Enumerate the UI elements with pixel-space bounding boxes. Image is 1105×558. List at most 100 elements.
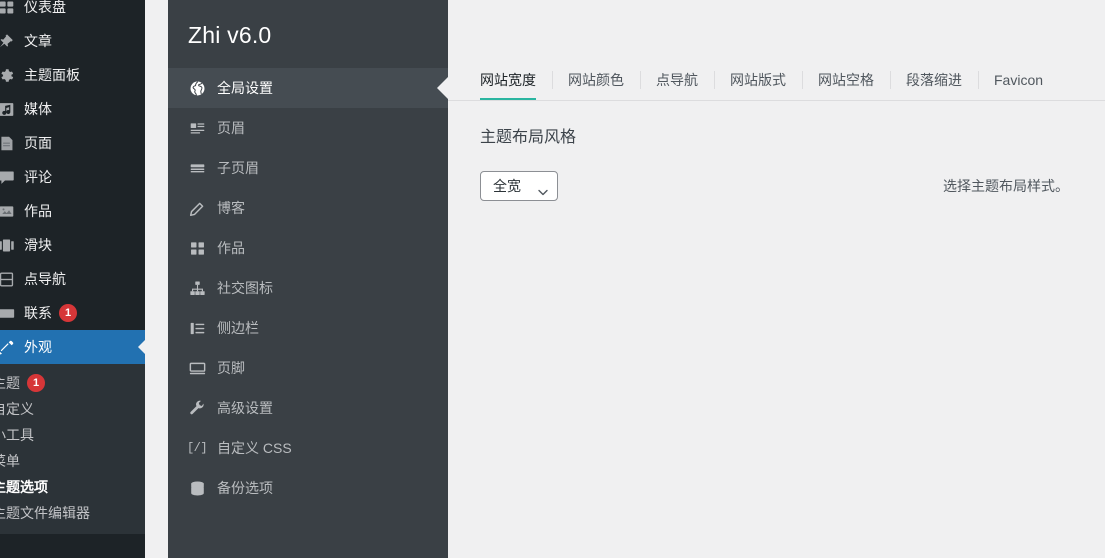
wp-menu-item-label: 外观: [24, 339, 52, 355]
tab-label: 网站颜色: [568, 72, 624, 88]
wp-submenu-item-label: 主题文件编辑器: [0, 505, 90, 521]
wp-submenu-item-label: 自定义: [0, 401, 34, 417]
active-menu-arrow-icon: [138, 339, 145, 355]
wp-menu-item-label: 仪表盘: [24, 0, 66, 15]
mail-icon: [0, 303, 16, 323]
gear-icon: [0, 65, 16, 85]
theme-nav-item-label: 作品: [217, 240, 245, 256]
grid-icon: [187, 238, 207, 258]
tab-label: 点导航: [656, 72, 698, 88]
theme-nav-item-2[interactable]: 子页眉: [168, 148, 448, 188]
header-icon: [187, 118, 207, 138]
theme-nav-item-label: 社交图标: [217, 280, 273, 296]
appearance-icon: [0, 337, 16, 357]
main-content: 网站宽度 网站颜色 点导航 网站版式 网站空格 段落缩进 Favicon 主题布局风格 全宽…: [448, 0, 1105, 558]
wp-submenu-item-2[interactable]: 小工具: [0, 422, 145, 448]
wp-menu-item-3[interactable]: 媒体: [0, 92, 145, 126]
wp-submenu-item-0[interactable]: 主题 1: [0, 370, 145, 396]
theme-nav-item-label: 子页眉: [217, 160, 259, 176]
theme-nav-item-4[interactable]: 作品: [168, 228, 448, 268]
theme-nav-item-label: 高级设置: [217, 400, 273, 416]
wp-menu-item-4[interactable]: 页面: [0, 126, 145, 160]
theme-nav-item-10[interactable]: 备份选项: [168, 468, 448, 508]
theme-nav-item-6[interactable]: 侧边栏: [168, 308, 448, 348]
sitemap-icon: [187, 278, 207, 298]
tab-label: Favicon: [994, 72, 1044, 88]
layout-style-select-wrap: 全宽盒装: [480, 171, 558, 201]
theme-panel-title: Zhi v6.0: [188, 22, 272, 48]
wp-menu-item-10[interactable]: 外观: [0, 330, 145, 364]
theme-nav-item-label: 页脚: [217, 360, 245, 376]
layout-style-description: 选择主题布局样式。: [943, 178, 1069, 194]
wp-submenu-appearance: 主题 1 自定义小工具菜单主题选项主题文件编辑器: [0, 364, 145, 534]
settings-tabbar: 网站宽度 网站颜色 点导航 网站版式 网站空格 段落缩进 Favicon: [448, 62, 1105, 101]
theme-nav-item-0[interactable]: 全局设置: [168, 68, 448, 108]
tab-6[interactable]: Favicon: [978, 70, 1059, 100]
comment-icon: [0, 167, 16, 187]
tab-4[interactable]: 网站空格: [802, 70, 890, 100]
wp-menu-item-label: 作品: [24, 203, 52, 219]
layout-style-section: 主题布局风格 全宽盒装 选择主题布局样式。: [448, 101, 1105, 201]
wp-menu-item-2[interactable]: 主题面板: [0, 58, 145, 92]
pin-icon: [0, 31, 16, 51]
globe-icon: [187, 78, 207, 98]
tab-2[interactable]: 点导航: [640, 70, 714, 100]
theme-nav-item-label: 侧边栏: [217, 320, 259, 336]
wp-menu-item-label: 页面: [24, 135, 52, 151]
wp-menu-item-label: 媒体: [24, 101, 52, 117]
wp-submenu-item-label: 主题: [0, 375, 20, 391]
slider-icon: [0, 235, 16, 255]
theme-nav-item-3[interactable]: 博客: [168, 188, 448, 228]
tab-label: 网站宽度: [480, 72, 536, 88]
wp-menu-badge: 1: [59, 304, 77, 322]
portfolio-icon: [0, 201, 16, 221]
tab-label: 网站版式: [730, 72, 786, 88]
wp-menu-item-label: 主题面板: [24, 67, 80, 83]
section-title: 主题布局风格: [480, 129, 577, 146]
tab-label: 网站空格: [818, 72, 874, 88]
wp-admin-sidebar: 仪表盘文章主题面板媒体页面评论作品滑块点导航联系1外观主题1自定义小工具菜单主题…: [0, 0, 145, 558]
tab-5[interactable]: 段落缩进: [890, 70, 978, 100]
theme-options-panel: Zhi v6.0 全局设置页眉子页眉博客作品社交图标侧边栏页脚高级设置 [/] 自定…: [168, 0, 448, 558]
wp-menu-item-label: 评论: [24, 169, 52, 185]
theme-nav-item-1[interactable]: 页眉: [168, 108, 448, 148]
wp-submenu-badge: 1: [27, 374, 45, 392]
tab-1[interactable]: 网站颜色: [552, 70, 640, 100]
database-icon: [187, 478, 207, 498]
wp-submenu-item-1[interactable]: 自定义: [0, 396, 145, 422]
wp-menu-item-label: 文章: [24, 33, 52, 49]
theme-nav-item-5[interactable]: 社交图标: [168, 268, 448, 308]
wp-submenu-item-label: 小工具: [0, 427, 34, 443]
wp-submenu-item-5[interactable]: 主题文件编辑器: [0, 500, 145, 526]
wp-menu-item-7[interactable]: 滑块: [0, 228, 145, 262]
theme-nav-item-9[interactable]: [/] 自定义 CSS: [168, 428, 448, 468]
wp-menu-item-8[interactable]: 点导航: [0, 262, 145, 296]
wrench-icon: [187, 398, 207, 418]
media-icon: [0, 99, 16, 119]
theme-options-nav: 全局设置页眉子页眉博客作品社交图标侧边栏页脚高级设置 [/] 自定义 CSS 备份选项: [168, 68, 448, 508]
wp-menu-item-6[interactable]: 作品: [0, 194, 145, 228]
wp-submenu-item-3[interactable]: 菜单: [0, 448, 145, 474]
theme-nav-item-8[interactable]: 高级设置: [168, 388, 448, 428]
wp-menu-item-label: 点导航: [24, 271, 66, 287]
wp-admin-menu: 仪表盘文章主题面板媒体页面评论作品滑块点导航联系1外观主题1自定义小工具菜单主题…: [0, 0, 145, 534]
wp-submenu-item-4[interactable]: 主题选项: [0, 474, 145, 500]
footer-icon: [187, 358, 207, 378]
tab-3[interactable]: 网站版式: [714, 70, 802, 100]
tab-0[interactable]: 网站宽度: [480, 70, 552, 100]
wp-menu-item-label: 滑块: [24, 237, 52, 253]
layout-style-field-row: 全宽盒装 选择主题布局样式。: [480, 171, 1073, 201]
theme-nav-item-7[interactable]: 页脚: [168, 348, 448, 388]
wp-menu-item-9[interactable]: 联系 1: [0, 296, 145, 330]
wp-menu-item-1[interactable]: 文章: [0, 24, 145, 58]
admin-screen: 仪表盘文章主题面板媒体页面评论作品滑块点导航联系1外观主题1自定义小工具菜单主题…: [0, 0, 1105, 558]
theme-nav-item-label: 博客: [217, 200, 245, 216]
subheader-icon: [187, 158, 207, 178]
theme-nav-item-label: 页眉: [217, 120, 245, 136]
active-nav-arrow-icon: [437, 77, 448, 99]
dashboard-icon: [0, 0, 16, 17]
code-icon: [/]: [186, 441, 208, 455]
wp-menu-item-5[interactable]: 评论: [0, 160, 145, 194]
layout-style-select[interactable]: 全宽盒装: [480, 171, 558, 201]
wp-menu-item-0[interactable]: 仪表盘: [0, 0, 145, 24]
